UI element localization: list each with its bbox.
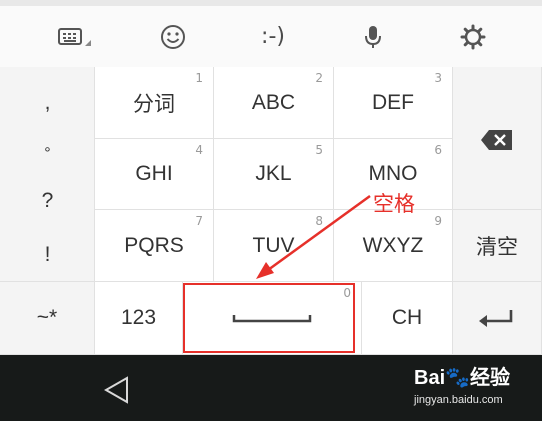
key-label: TUV	[252, 233, 295, 257]
keyboard-icon	[58, 27, 91, 46]
key-label: PQRS	[124, 233, 184, 257]
emoticon-label: :-)	[261, 24, 285, 49]
backspace-key[interactable]	[453, 67, 542, 210]
chinese-english-key[interactable]: CH	[362, 282, 453, 355]
annotation-label: 空格	[373, 192, 415, 216]
settings-icon	[460, 24, 486, 49]
watermark-title: Bai🐾经验	[414, 367, 511, 389]
back-icon[interactable]	[102, 376, 132, 404]
symbol-exclamation[interactable]: !	[0, 243, 95, 267]
key-number: 4	[195, 143, 203, 157]
key-label: WXYZ	[362, 233, 424, 257]
key-number: 6	[434, 143, 442, 157]
key-number: 7	[195, 214, 203, 228]
key-2[interactable]: 2 ABC	[214, 67, 334, 139]
clear-label: 清空	[476, 235, 518, 259]
symbol-column: , ° ? !	[0, 67, 95, 282]
key-3[interactable]: 3 DEF	[334, 67, 453, 139]
key-number: 1	[195, 71, 203, 85]
keyboard-switch-button[interactable]	[40, 6, 110, 67]
key-number: 3	[434, 71, 442, 85]
voice-input-button[interactable]	[340, 6, 406, 67]
watermark-url: jingyan.baidu.com	[414, 394, 503, 406]
key-label: ABC	[251, 90, 296, 114]
key-label: DEF	[372, 90, 414, 114]
key-label: JKL	[255, 162, 292, 185]
symbol-period[interactable]: °	[0, 145, 95, 163]
key-7[interactable]: 7 PQRS	[95, 210, 214, 282]
emoticon-button[interactable]: :-)	[240, 6, 306, 67]
key-5[interactable]: 5 JKL	[214, 139, 334, 210]
ch-mode-label: CH	[391, 306, 423, 329]
emoji-icon	[161, 24, 185, 49]
number-mode-key[interactable]: 123	[95, 282, 183, 355]
symbols-label: ~*	[36, 306, 58, 329]
key-label: MNO	[368, 162, 418, 185]
symbol-comma[interactable]: ,	[0, 91, 95, 115]
keyboard-screen: :-) , ° ? ! 1 分词 2 ABC 3 DEF 4 GHI 5 JKL…	[0, 0, 542, 421]
clear-key[interactable]: 清空	[453, 210, 542, 282]
enter-icon	[479, 310, 513, 327]
key-label: GHI	[135, 162, 173, 185]
key-9[interactable]: 9 WXYZ	[334, 210, 453, 282]
key-label: 分词	[133, 92, 175, 116]
backspace-icon	[481, 130, 512, 150]
ime-toolbar: :-)	[0, 6, 542, 68]
key-4[interactable]: 4 GHI	[95, 139, 214, 210]
symbol-question[interactable]: ?	[0, 189, 95, 213]
annotation-highlight-box	[183, 283, 355, 353]
enter-key[interactable]	[453, 282, 542, 355]
key-number: 2	[315, 71, 323, 85]
settings-button[interactable]	[440, 6, 506, 67]
key-number: 9	[434, 214, 442, 228]
key-number: 8	[315, 214, 323, 228]
key-1[interactable]: 1 分词	[95, 67, 214, 139]
number-mode-label: 123	[120, 306, 157, 329]
key-number: 5	[315, 143, 323, 157]
microphone-icon	[365, 25, 381, 48]
emoji-button[interactable]	[140, 6, 206, 67]
baidu-watermark: Bai🐾经验 jingyan.baidu.com	[412, 361, 540, 417]
symbols-key[interactable]: ~*	[0, 282, 95, 355]
key-8[interactable]: 8 TUV	[214, 210, 334, 282]
